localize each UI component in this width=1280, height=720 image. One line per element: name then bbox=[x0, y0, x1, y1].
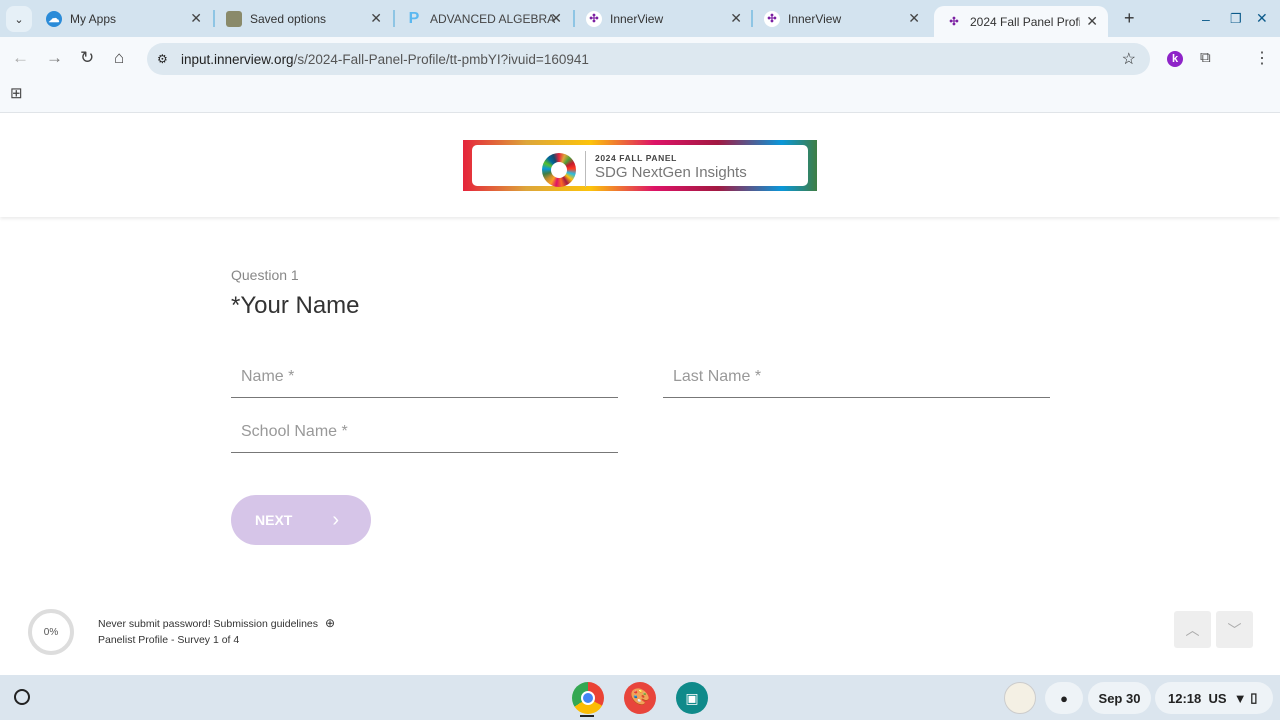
banner-line2: SDG NextGen Insights bbox=[595, 164, 747, 181]
tote-icon: ● bbox=[1060, 690, 1068, 706]
sdg-banner-logo: 2024 FALL PANEL SDG NextGen Insights bbox=[463, 140, 817, 191]
restore-button[interactable]: ❐ bbox=[1218, 0, 1242, 37]
wifi-icon: ▼ bbox=[1233, 690, 1247, 706]
next-button[interactable]: NEXT › bbox=[231, 495, 371, 545]
question-title: *Your Name bbox=[231, 292, 360, 319]
scroll-up-button[interactable]: ︿ bbox=[1174, 611, 1211, 648]
chrome-app-icon[interactable] bbox=[572, 682, 604, 714]
last-name-input[interactable]: Last Name * bbox=[663, 362, 1050, 398]
close-tab-icon[interactable]: ✕ bbox=[370, 10, 382, 27]
tab-strip: ⌄ ☁ My Apps ✕ Saved options ✕ P ADVANCED ALG… bbox=[0, 0, 1280, 37]
extension-k-icon[interactable]: k bbox=[1167, 51, 1183, 67]
close-tab-icon[interactable]: ✕ bbox=[550, 10, 562, 27]
tab-title: My Apps bbox=[70, 11, 117, 26]
close-tab-icon[interactable]: ✕ bbox=[730, 10, 742, 27]
close-tab-icon[interactable]: ✕ bbox=[908, 10, 920, 27]
date-tray[interactable]: Sep 30 bbox=[1088, 682, 1151, 714]
tab-title: 2024 Fall Panel Profile bbox=[970, 14, 1080, 29]
minimize-button[interactable]: – bbox=[1190, 0, 1210, 37]
url-host: input.innerview.org bbox=[181, 51, 294, 67]
saved-icon bbox=[226, 10, 242, 27]
progress-percent: 0% bbox=[43, 626, 59, 638]
close-tab-icon[interactable]: ✕ bbox=[190, 10, 202, 27]
tab-title: InnerView bbox=[788, 11, 842, 26]
tab-my-apps[interactable]: ☁ My Apps ✕ bbox=[34, 0, 212, 37]
tab-title: InnerView bbox=[610, 11, 664, 26]
classroom-app-icon[interactable]: ▣ bbox=[676, 682, 708, 714]
close-tab-icon[interactable]: ✕ bbox=[1086, 13, 1098, 30]
banner-line1: 2024 FALL PANEL bbox=[595, 153, 677, 163]
chevron-right-icon: › bbox=[332, 508, 340, 531]
innerview-icon: ✣ bbox=[949, 16, 959, 28]
tab-advanced-algebra[interactable]: P ADVANCED ALGEBRA ✕ bbox=[394, 0, 572, 37]
status-tray[interactable]: 12:18 US ▼ ▯ bbox=[1155, 682, 1273, 714]
innerview-icon: ✣ bbox=[586, 10, 602, 27]
bookmark-star-icon[interactable]: ☆ bbox=[1122, 49, 1136, 69]
tote-button[interactable]: ● bbox=[1045, 682, 1083, 714]
cloud-icon: ☁ bbox=[46, 10, 62, 27]
progress-circle: 0% bbox=[28, 609, 74, 655]
battery-icon: ▯ bbox=[1250, 690, 1258, 705]
canvas-paint-app-icon[interactable]: 🎨 bbox=[624, 682, 656, 714]
screenshot-thumbnail[interactable] bbox=[1004, 682, 1036, 714]
date-text: Sep 30 bbox=[1098, 690, 1141, 706]
apps-grid-icon[interactable]: ⊞ bbox=[10, 84, 23, 102]
home-button[interactable]: ⌂ bbox=[114, 48, 124, 68]
more-menu-icon[interactable]: ⋮ bbox=[1254, 48, 1270, 68]
back-button[interactable]: ← bbox=[12, 48, 29, 68]
p-logo-icon: P bbox=[408, 9, 420, 27]
submission-guidelines-link[interactable]: Never submit password! Submission guidel… bbox=[98, 616, 335, 630]
survey-header: 2024 FALL PANEL SDG NextGen Insights bbox=[0, 113, 1280, 217]
site-info-icon[interactable]: ⚙ bbox=[157, 52, 168, 66]
sdg-wheel-icon bbox=[542, 153, 576, 187]
tab-title: Saved options bbox=[250, 11, 327, 26]
guidelines-text: Never submit password! Submission guidel… bbox=[98, 618, 319, 630]
launcher-button[interactable] bbox=[14, 689, 30, 705]
scroll-down-button[interactable]: ﹀ bbox=[1216, 611, 1253, 648]
first-name-input[interactable]: Name * bbox=[231, 362, 618, 398]
tab-saved-options[interactable]: Saved options ✕ bbox=[214, 0, 392, 37]
clock-text: 12:18 bbox=[1168, 690, 1202, 706]
reload-button[interactable]: ↻ bbox=[80, 48, 94, 68]
innerview-icon: ✣ bbox=[764, 10, 780, 27]
extensions-puzzle-icon[interactable]: ⧉ bbox=[1200, 49, 1211, 66]
school-name-input[interactable]: School Name * bbox=[231, 417, 618, 453]
forward-button[interactable]: → bbox=[46, 48, 63, 68]
survey-info: Panelist Profile - Survey 1 of 4 bbox=[98, 634, 240, 646]
address-bar[interactable]: ⚙ input.innerview.org/s/2024-Fall-Panel-… bbox=[147, 43, 1150, 75]
question-number: Question 1 bbox=[231, 267, 299, 283]
tab-innerview-2[interactable]: ✣ InnerView ✕ bbox=[752, 0, 930, 37]
new-tab-button[interactable]: + bbox=[1112, 0, 1135, 37]
close-window-button[interactable]: ✕ bbox=[1244, 0, 1268, 37]
tab-fall-panel-profile[interactable]: ✣ 2024 Fall Panel Profile ✕ bbox=[934, 6, 1108, 37]
locale-text: US bbox=[1208, 690, 1227, 706]
tab-search-button[interactable]: ⌄ bbox=[6, 6, 32, 32]
tab-title: ADVANCED ALGEBRA bbox=[430, 11, 556, 26]
url-path: /s/2024-Fall-Panel-Profile/tt-pmbYI?ivui… bbox=[293, 51, 589, 67]
next-label: NEXT bbox=[255, 512, 293, 528]
tab-innerview-1[interactable]: ✣ InnerView ✕ bbox=[574, 0, 752, 37]
download-icon[interactable]: ⊕ bbox=[325, 616, 335, 630]
